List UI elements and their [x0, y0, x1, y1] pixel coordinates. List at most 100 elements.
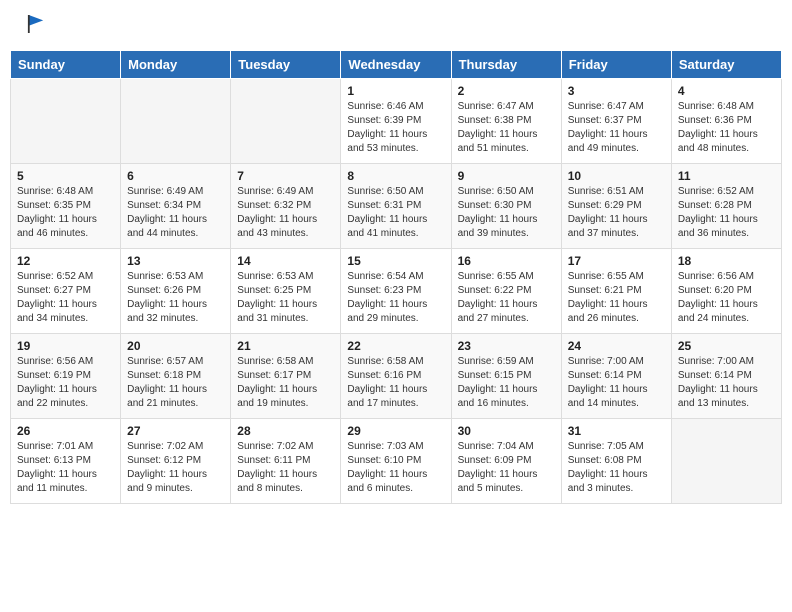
- day-number: 14: [237, 254, 334, 268]
- day-number: 31: [568, 424, 665, 438]
- logo: [25, 20, 45, 40]
- calendar-week-1: 1 Sunrise: 6:46 AMSunset: 6:39 PMDaylight…: [11, 78, 782, 163]
- calendar-cell: 23 Sunrise: 6:59 AMSunset: 6:15 PMDayligh…: [451, 333, 561, 418]
- day-number: 8: [347, 169, 444, 183]
- day-number: 2: [458, 84, 555, 98]
- day-info: Sunrise: 6:46 AMSunset: 6:39 PMDaylight:…: [347, 100, 444, 156]
- day-number: 26: [17, 424, 114, 438]
- day-number: 10: [568, 169, 665, 183]
- day-number: 19: [17, 339, 114, 353]
- calendar-cell: 3 Sunrise: 6:47 AMSunset: 6:37 PMDaylight…: [561, 78, 671, 163]
- calendar-cell: 18 Sunrise: 6:56 AMSunset: 6:20 PMDayligh…: [671, 248, 781, 333]
- calendar-cell: 4Sunrise: 6:48 AMSunset: 6:36 PMDaylight…: [671, 78, 781, 163]
- calendar-cell: 28 Sunrise: 7:02 AMSunset: 6:11 PMDayligh…: [231, 418, 341, 503]
- day-number: 9: [458, 169, 555, 183]
- calendar-cell: 25 Sunrise: 7:00 AMSunset: 6:14 PMDayligh…: [671, 333, 781, 418]
- day-info: Sunrise: 6:56 AMSunset: 6:20 PMDaylight:…: [678, 270, 775, 326]
- calendar-cell: 12 Sunrise: 6:52 AMSunset: 6:27 PMDayligh…: [11, 248, 121, 333]
- calendar-cell: 5 Sunrise: 6:48 AMSunset: 6:35 PMDaylight…: [11, 163, 121, 248]
- day-info: Sunrise: 6:48 AMSunset: 6:35 PMDaylight:…: [17, 185, 114, 241]
- day-number: 5: [17, 169, 114, 183]
- weekday-header-saturday: Saturday: [671, 50, 781, 78]
- day-number: 16: [458, 254, 555, 268]
- calendar-week-4: 19 Sunrise: 6:56 AMSunset: 6:19 PMDayligh…: [11, 333, 782, 418]
- day-number: 3: [568, 84, 665, 98]
- day-number: 1: [347, 84, 444, 98]
- day-number: 6: [127, 169, 224, 183]
- calendar-cell: 22Sunrise: 6:58 AMSunset: 6:16 PMDayligh…: [341, 333, 451, 418]
- calendar-cell: 21 Sunrise: 6:58 AMSunset: 6:17 PMDayligh…: [231, 333, 341, 418]
- calendar-cell: 19 Sunrise: 6:56 AMSunset: 6:19 PMDayligh…: [11, 333, 121, 418]
- day-info: Sunrise: 6:47 AMSunset: 6:38 PMDaylight:…: [458, 100, 555, 156]
- logo-flag-icon: [27, 13, 45, 35]
- day-info: Sunrise: 6:57 AMSunset: 6:18 PMDaylight:…: [127, 355, 224, 411]
- day-number: 29: [347, 424, 444, 438]
- day-number: 20: [127, 339, 224, 353]
- calendar-week-3: 12 Sunrise: 6:52 AMSunset: 6:27 PMDayligh…: [11, 248, 782, 333]
- day-info: Sunrise: 7:00 AMSunset: 6:14 PMDaylight:…: [678, 355, 775, 411]
- calendar-cell: 11Sunrise: 6:52 AMSunset: 6:28 PMDayligh…: [671, 163, 781, 248]
- day-info: Sunrise: 6:56 AMSunset: 6:19 PMDaylight:…: [17, 355, 114, 411]
- calendar-table: SundayMondayTuesdayWednesdayThursdayFrid…: [10, 50, 782, 504]
- day-info: Sunrise: 7:03 AMSunset: 6:10 PMDaylight:…: [347, 440, 444, 496]
- calendar-week-2: 5 Sunrise: 6:48 AMSunset: 6:35 PMDaylight…: [11, 163, 782, 248]
- day-info: Sunrise: 7:01 AMSunset: 6:13 PMDaylight:…: [17, 440, 114, 496]
- calendar-cell: 1 Sunrise: 6:46 AMSunset: 6:39 PMDaylight…: [341, 78, 451, 163]
- calendar-cell: 15 Sunrise: 6:54 AMSunset: 6:23 PMDayligh…: [341, 248, 451, 333]
- day-info: Sunrise: 6:58 AMSunset: 6:17 PMDaylight:…: [237, 355, 334, 411]
- calendar-cell: [121, 78, 231, 163]
- day-info: Sunrise: 6:58 AMSunset: 6:16 PMDaylight:…: [347, 355, 444, 411]
- day-info: Sunrise: 7:02 AMSunset: 6:12 PMDaylight:…: [127, 440, 224, 496]
- weekday-header-monday: Monday: [121, 50, 231, 78]
- calendar-cell: 31 Sunrise: 7:05 AMSunset: 6:08 PMDayligh…: [561, 418, 671, 503]
- calendar-cell: 14Sunrise: 6:53 AMSunset: 6:25 PMDayligh…: [231, 248, 341, 333]
- calendar-cell: 26 Sunrise: 7:01 AMSunset: 6:13 PMDayligh…: [11, 418, 121, 503]
- day-number: 28: [237, 424, 334, 438]
- day-info: Sunrise: 6:51 AMSunset: 6:29 PMDaylight:…: [568, 185, 665, 241]
- day-number: 23: [458, 339, 555, 353]
- calendar-cell: 9 Sunrise: 6:50 AMSunset: 6:30 PMDaylight…: [451, 163, 561, 248]
- calendar-cell: 17 Sunrise: 6:55 AMSunset: 6:21 PMDayligh…: [561, 248, 671, 333]
- weekday-header-wednesday: Wednesday: [341, 50, 451, 78]
- day-number: 21: [237, 339, 334, 353]
- weekday-header-sunday: Sunday: [11, 50, 121, 78]
- day-number: 30: [458, 424, 555, 438]
- day-info: Sunrise: 6:54 AMSunset: 6:23 PMDaylight:…: [347, 270, 444, 326]
- calendar-cell: 8 Sunrise: 6:50 AMSunset: 6:31 PMDaylight…: [341, 163, 451, 248]
- calendar-cell: 16 Sunrise: 6:55 AMSunset: 6:22 PMDayligh…: [451, 248, 561, 333]
- day-number: 17: [568, 254, 665, 268]
- day-number: 11: [678, 169, 775, 183]
- day-number: 4: [678, 84, 775, 98]
- day-number: 24: [568, 339, 665, 353]
- day-info: Sunrise: 7:05 AMSunset: 6:08 PMDaylight:…: [568, 440, 665, 496]
- day-info: Sunrise: 6:55 AMSunset: 6:22 PMDaylight:…: [458, 270, 555, 326]
- day-number: 27: [127, 424, 224, 438]
- calendar-cell: 13 Sunrise: 6:53 AMSunset: 6:26 PMDayligh…: [121, 248, 231, 333]
- day-info: Sunrise: 6:49 AMSunset: 6:32 PMDaylight:…: [237, 185, 334, 241]
- weekday-header-thursday: Thursday: [451, 50, 561, 78]
- calendar-cell: 29 Sunrise: 7:03 AMSunset: 6:10 PMDayligh…: [341, 418, 451, 503]
- day-number: 12: [17, 254, 114, 268]
- day-info: Sunrise: 6:55 AMSunset: 6:21 PMDaylight:…: [568, 270, 665, 326]
- day-info: Sunrise: 6:53 AMSunset: 6:26 PMDaylight:…: [127, 270, 224, 326]
- weekday-header-row: SundayMondayTuesdayWednesdayThursdayFrid…: [11, 50, 782, 78]
- day-number: 13: [127, 254, 224, 268]
- day-info: Sunrise: 6:50 AMSunset: 6:30 PMDaylight:…: [458, 185, 555, 241]
- calendar-cell: 7Sunrise: 6:49 AMSunset: 6:32 PMDaylight…: [231, 163, 341, 248]
- day-info: Sunrise: 6:47 AMSunset: 6:37 PMDaylight:…: [568, 100, 665, 156]
- calendar-cell: 6 Sunrise: 6:49 AMSunset: 6:34 PMDaylight…: [121, 163, 231, 248]
- day-info: Sunrise: 6:59 AMSunset: 6:15 PMDaylight:…: [458, 355, 555, 411]
- calendar-cell: 24Sunrise: 7:00 AMSunset: 6:14 PMDayligh…: [561, 333, 671, 418]
- calendar-cell: 20 Sunrise: 6:57 AMSunset: 6:18 PMDayligh…: [121, 333, 231, 418]
- day-number: 25: [678, 339, 775, 353]
- day-info: Sunrise: 7:02 AMSunset: 6:11 PMDaylight:…: [237, 440, 334, 496]
- day-number: 18: [678, 254, 775, 268]
- page-header: [10, 10, 782, 45]
- calendar-cell: 27 Sunrise: 7:02 AMSunset: 6:12 PMDayligh…: [121, 418, 231, 503]
- day-info: Sunrise: 6:52 AMSunset: 6:27 PMDaylight:…: [17, 270, 114, 326]
- day-info: Sunrise: 6:49 AMSunset: 6:34 PMDaylight:…: [127, 185, 224, 241]
- day-number: 15: [347, 254, 444, 268]
- day-info: Sunrise: 6:50 AMSunset: 6:31 PMDaylight:…: [347, 185, 444, 241]
- calendar-cell: 30 Sunrise: 7:04 AMSunset: 6:09 PMDayligh…: [451, 418, 561, 503]
- day-info: Sunrise: 7:04 AMSunset: 6:09 PMDaylight:…: [458, 440, 555, 496]
